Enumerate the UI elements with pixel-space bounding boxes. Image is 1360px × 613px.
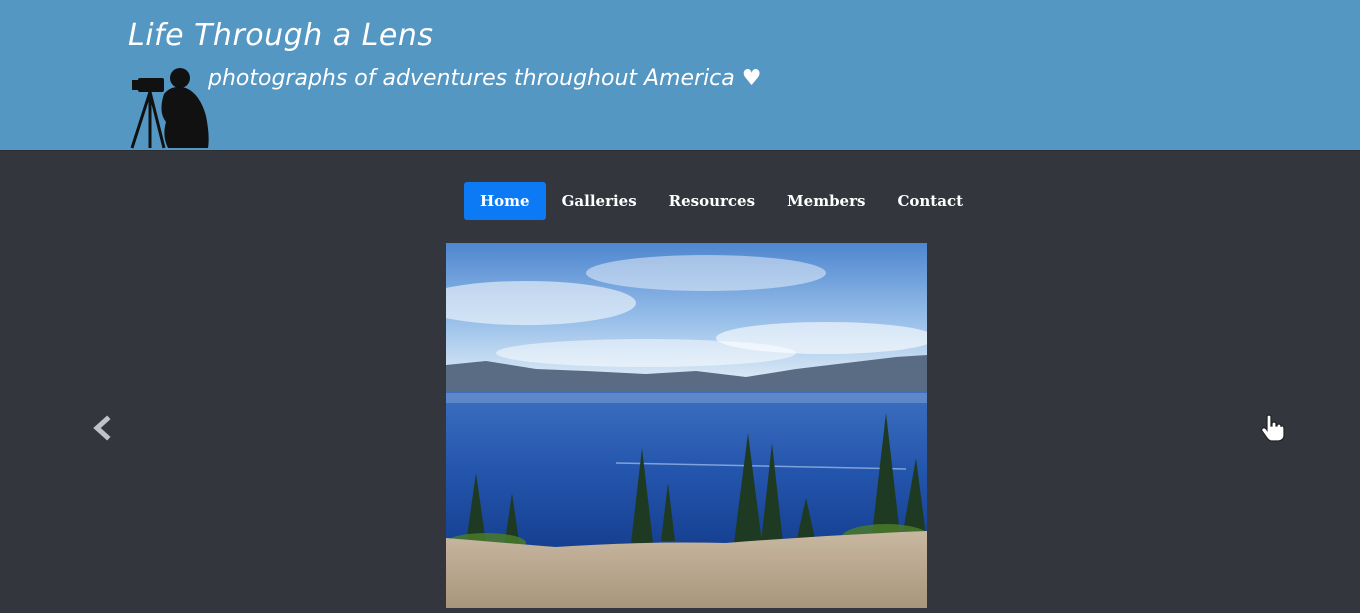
nav-resources[interactable]: Resources xyxy=(653,182,771,220)
main-nav: Home Galleries Resources Members Contact xyxy=(464,182,979,220)
lake-landscape-photo xyxy=(446,243,927,608)
nav-galleries[interactable]: Galleries xyxy=(546,182,653,220)
nav-home[interactable]: Home xyxy=(464,182,546,220)
site-header: Life Through a Lens photographs of adven… xyxy=(0,0,1360,151)
photographer-silhouette-icon xyxy=(130,68,209,149)
site-tagline: photographs of adventures throughout Ame… xyxy=(208,66,762,91)
nav-contact[interactable]: Contact xyxy=(881,182,979,220)
chevron-left-icon[interactable] xyxy=(88,413,118,443)
site-title: Life Through a Lens xyxy=(128,18,434,53)
image-carousel xyxy=(0,243,1360,613)
nav-members[interactable]: Members xyxy=(771,182,881,220)
hand-cursor-icon[interactable] xyxy=(1256,413,1286,443)
